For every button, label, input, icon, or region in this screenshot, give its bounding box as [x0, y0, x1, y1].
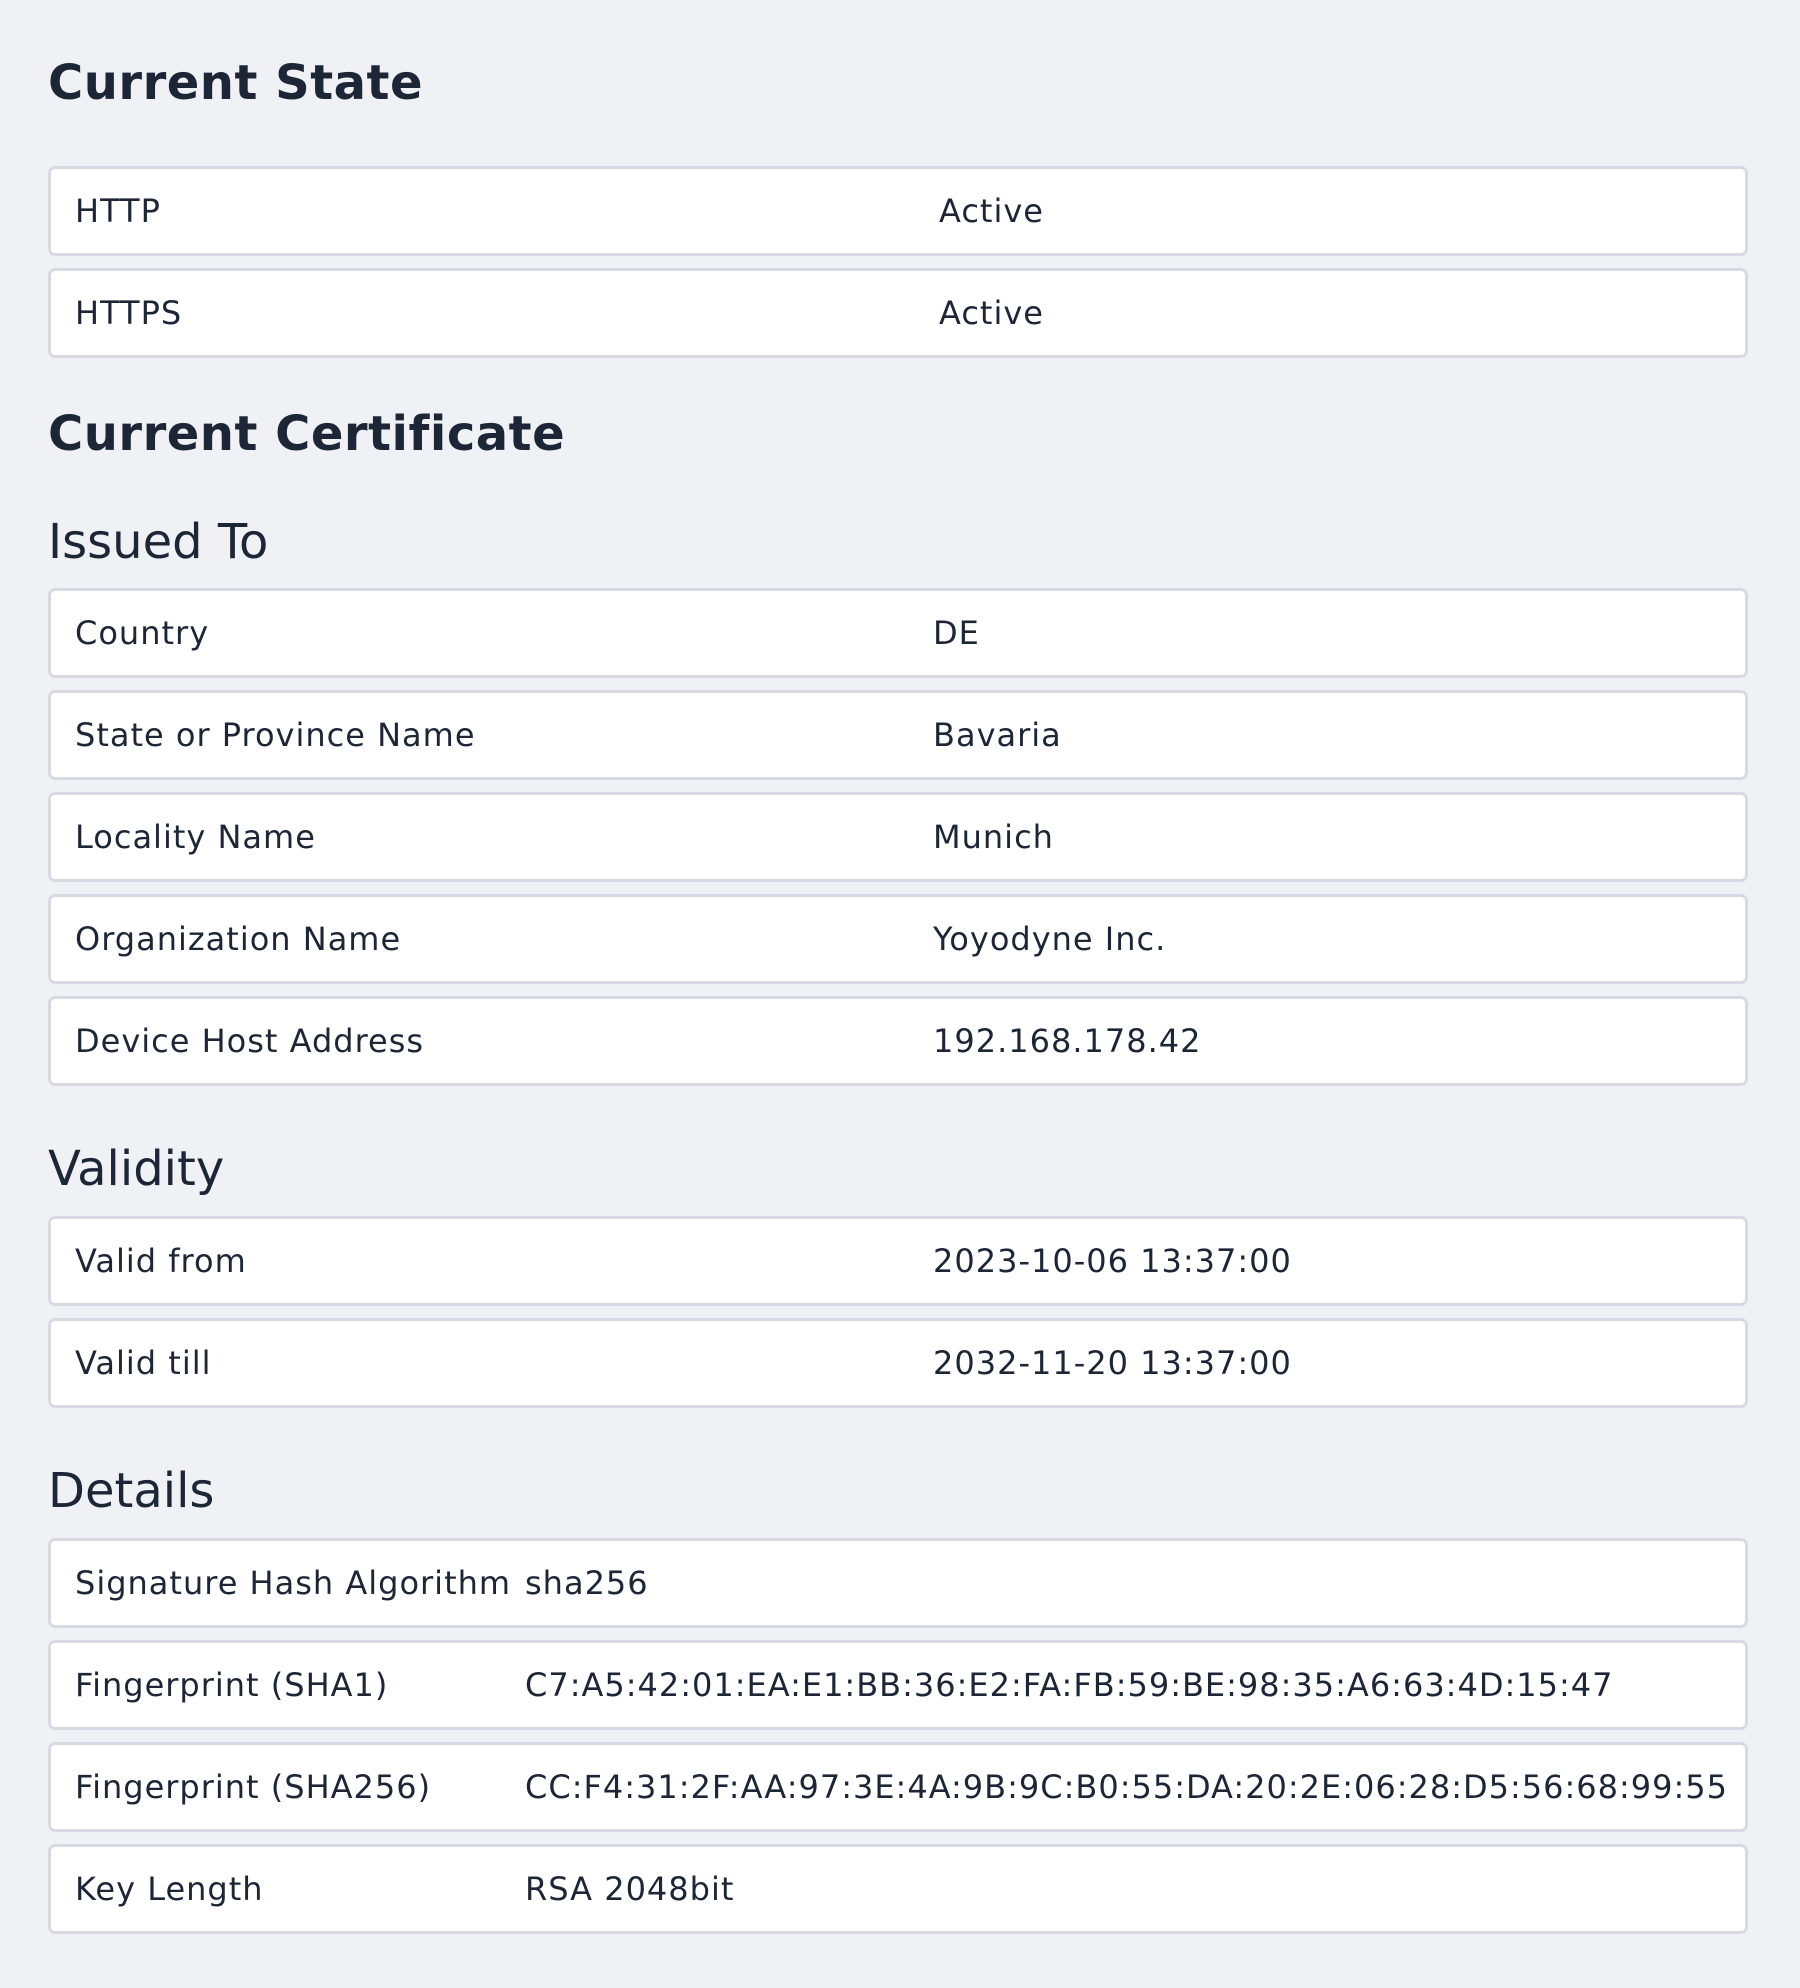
field-value: 2032-11-20 13:37:00 — [933, 1344, 1292, 1382]
field-key: Valid from — [75, 1242, 247, 1280]
field-value: DE — [933, 614, 980, 652]
field-key: Country — [75, 614, 210, 652]
details-row-signature-hash: Signature Hash Algorithm sha256 — [48, 1538, 1748, 1628]
state-row-https: HTTPS Active — [48, 268, 1748, 358]
state-key: HTTPS — [75, 294, 183, 332]
current-certificate-heading: Current Certificate — [48, 406, 566, 462]
validity-row-till: Valid till 2032-11-20 13:37:00 — [48, 1318, 1748, 1408]
field-key: Key Length — [75, 1870, 264, 1908]
field-key: Fingerprint (SHA256) — [75, 1768, 432, 1806]
field-value: C7:A5:42:01:EA:E1:BB:36:E2:FA:FB:59:BE:9… — [525, 1666, 1614, 1704]
issued-row-host-address: Device Host Address 192.168.178.42 — [48, 996, 1748, 1086]
state-value: Active — [939, 192, 1044, 230]
current-state-heading: Current State — [48, 55, 424, 111]
field-key: Valid till — [75, 1344, 212, 1382]
details-row-key-length: Key Length RSA 2048bit — [48, 1844, 1748, 1934]
state-value: Active — [939, 294, 1044, 332]
field-value: CC:F4:31:2F:AA:97:3E:4A:9B:9C:B0:55:DA:2… — [525, 1768, 1729, 1806]
field-key: Fingerprint (SHA1) — [75, 1666, 389, 1704]
validity-row-from: Valid from 2023-10-06 13:37:00 — [48, 1216, 1748, 1306]
details-row-fingerprint-sha1: Fingerprint (SHA1) C7:A5:42:01:EA:E1:BB:… — [48, 1640, 1748, 1730]
field-value: RSA 2048bit — [525, 1870, 735, 1908]
issued-row-locality: Locality Name Munich — [48, 792, 1748, 882]
field-key: State or Province Name — [75, 716, 476, 754]
field-key: Locality Name — [75, 818, 316, 856]
details-row-fingerprint-sha256: Fingerprint (SHA256) CC:F4:31:2F:AA:97:3… — [48, 1742, 1748, 1832]
field-value: Bavaria — [933, 716, 1062, 754]
field-value: Yoyodyne Inc. — [933, 920, 1167, 958]
state-row-http: HTTP Active — [48, 166, 1748, 256]
issued-row-organization: Organization Name Yoyodyne Inc. — [48, 894, 1748, 984]
field-key: Organization Name — [75, 920, 402, 958]
issued-row-state: State or Province Name Bavaria — [48, 690, 1748, 780]
issued-to-heading: Issued To — [48, 514, 269, 570]
field-key: Signature Hash Algorithm — [75, 1564, 512, 1602]
field-value: Munich — [933, 818, 1054, 856]
details-heading: Details — [48, 1463, 215, 1519]
field-value: 2023-10-06 13:37:00 — [933, 1242, 1292, 1280]
field-value: 192.168.178.42 — [933, 1022, 1202, 1060]
validity-heading: Validity — [48, 1141, 225, 1197]
field-key: Device Host Address — [75, 1022, 425, 1060]
state-key: HTTP — [75, 192, 161, 230]
field-value: sha256 — [525, 1564, 649, 1602]
issued-row-country: Country DE — [48, 588, 1748, 678]
